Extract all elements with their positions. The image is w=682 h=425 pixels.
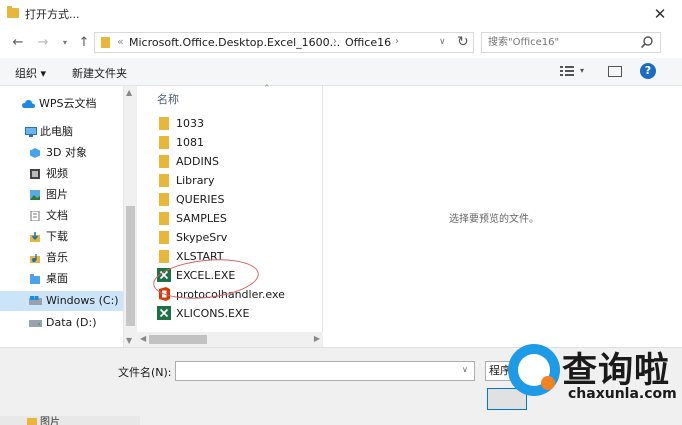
pictures-icon <box>30 190 40 200</box>
folder-icon <box>7 6 19 18</box>
search-input[interactable] <box>481 32 661 53</box>
folder-icon <box>159 136 169 149</box>
preview-pane-icon[interactable] <box>608 66 622 77</box>
background-window-strip: 图片 <box>0 416 140 425</box>
drive-icon <box>29 320 42 327</box>
organize-button[interactable]: 组织 ▾ <box>15 65 46 81</box>
folder-icon <box>101 37 110 48</box>
watermark-dot-icon <box>541 376 555 390</box>
breadcrumb-segment[interactable]: Microsoft.Office.Desktop.Excel_1600... <box>129 36 340 49</box>
view-options-icon[interactable] <box>560 65 574 77</box>
chevron-right-icon[interactable]: › <box>395 36 399 47</box>
preview-pane: 选择要预览的文件。 <box>324 86 682 347</box>
excel-icon <box>157 306 171 320</box>
cloud-icon <box>22 100 35 108</box>
folder-icon <box>159 155 169 168</box>
video-icon <box>30 169 40 179</box>
strip-label: 图片 <box>40 417 60 425</box>
forward-button[interactable]: → <box>35 34 51 52</box>
folder-icon <box>27 418 37 425</box>
title-bar: 打开方式... ✕ <box>0 0 682 28</box>
nav-item-downloads[interactable]: 下载 <box>30 227 120 247</box>
drive-icon <box>29 296 42 305</box>
search-icon[interactable] <box>640 35 654 49</box>
nav-scrollbar[interactable]: ▲ ▼ <box>123 86 137 347</box>
address-bar: ← → ▾ ↑ « Microsoft.Office.Desktop.Excel… <box>0 28 682 58</box>
music-icon <box>30 254 40 263</box>
scroll-down-arrow[interactable]: ▼ <box>126 336 132 345</box>
back-button[interactable]: ← <box>10 34 26 52</box>
nav-item-pictures[interactable]: 图片 <box>30 185 120 205</box>
chevron-down-icon[interactable]: ∨ <box>439 37 446 47</box>
column-header-name[interactable]: 名称 <box>157 91 179 107</box>
filename-label: 文件名(N): <box>118 366 172 379</box>
nav-item-3d-objects[interactable]: 3D 对象 <box>30 143 120 163</box>
command-bar: 组织 ▾ 新建文件夹 ▾ ? <box>0 58 682 86</box>
watermark-url: chaxunla.com <box>568 386 677 402</box>
chevron-down-icon[interactable]: ∨ <box>462 365 468 374</box>
scroll-right-arrow[interactable]: ▶ <box>314 334 320 343</box>
computer-icon <box>25 127 37 137</box>
new-folder-button[interactable]: 新建文件夹 <box>72 65 127 81</box>
nav-item-documents[interactable]: 文档 <box>30 206 120 226</box>
sort-up-icon: ⌃ <box>263 84 271 94</box>
desktop-icon <box>30 274 40 284</box>
folder-icon <box>159 193 169 206</box>
filename-input[interactable] <box>175 361 475 381</box>
recent-locations-button[interactable]: ▾ <box>57 34 73 52</box>
chevron-right-icon[interactable]: › <box>333 36 337 47</box>
scroll-thumb[interactable] <box>126 206 135 326</box>
file-list: 名称 ⌃ 1033 1081 ADDINS Library QUERIES SA… <box>137 84 323 347</box>
address-path-box[interactable]: « Microsoft.Office.Desktop.Excel_1600...… <box>94 32 474 53</box>
nav-item-data-d[interactable]: Data (D:) <box>29 313 121 333</box>
navigation-pane: WPS云文档 此电脑 3D 对象 视频 图片 文档 下载 音乐 桌面 Windo… <box>0 86 137 347</box>
help-button[interactable]: ? <box>640 63 656 79</box>
folder-icon <box>159 212 169 225</box>
downloads-icon <box>30 232 40 242</box>
preview-message: 选择要预览的文件。 <box>449 214 539 225</box>
chevron-down-icon[interactable]: ▾ <box>580 66 584 75</box>
folder-icon <box>159 231 169 244</box>
up-button[interactable]: ↑ <box>76 34 92 52</box>
nav-item-this-pc[interactable]: 此电脑 <box>22 122 122 142</box>
breadcrumb-segment[interactable]: Office16 <box>345 36 391 49</box>
refresh-button[interactable]: ↻ <box>457 34 469 50</box>
3d-objects-icon <box>30 148 40 158</box>
nav-item-windows-c[interactable]: Windows (C:) <box>0 291 123 311</box>
nav-item-wps-cloud[interactable]: WPS云文档 <box>22 94 122 114</box>
scroll-thumb[interactable] <box>149 335 207 344</box>
nav-item-music[interactable]: 音乐 <box>30 248 120 268</box>
close-button[interactable]: ✕ <box>638 0 682 28</box>
nav-item-desktop[interactable]: 桌面 <box>30 269 120 289</box>
documents-icon <box>30 211 40 221</box>
folder-icon <box>159 174 169 187</box>
path-overflow[interactable]: « <box>117 35 124 48</box>
scroll-up-arrow[interactable]: ▲ <box>126 88 132 97</box>
scroll-left-arrow[interactable]: ◀ <box>140 334 146 343</box>
file-list-horizontal-scrollbar[interactable]: ◀ ▶ <box>137 332 323 347</box>
nav-item-video[interactable]: 视频 <box>30 164 120 184</box>
window-title: 打开方式... <box>25 8 80 21</box>
folder-icon <box>159 250 169 263</box>
folder-icon <box>159 117 169 130</box>
